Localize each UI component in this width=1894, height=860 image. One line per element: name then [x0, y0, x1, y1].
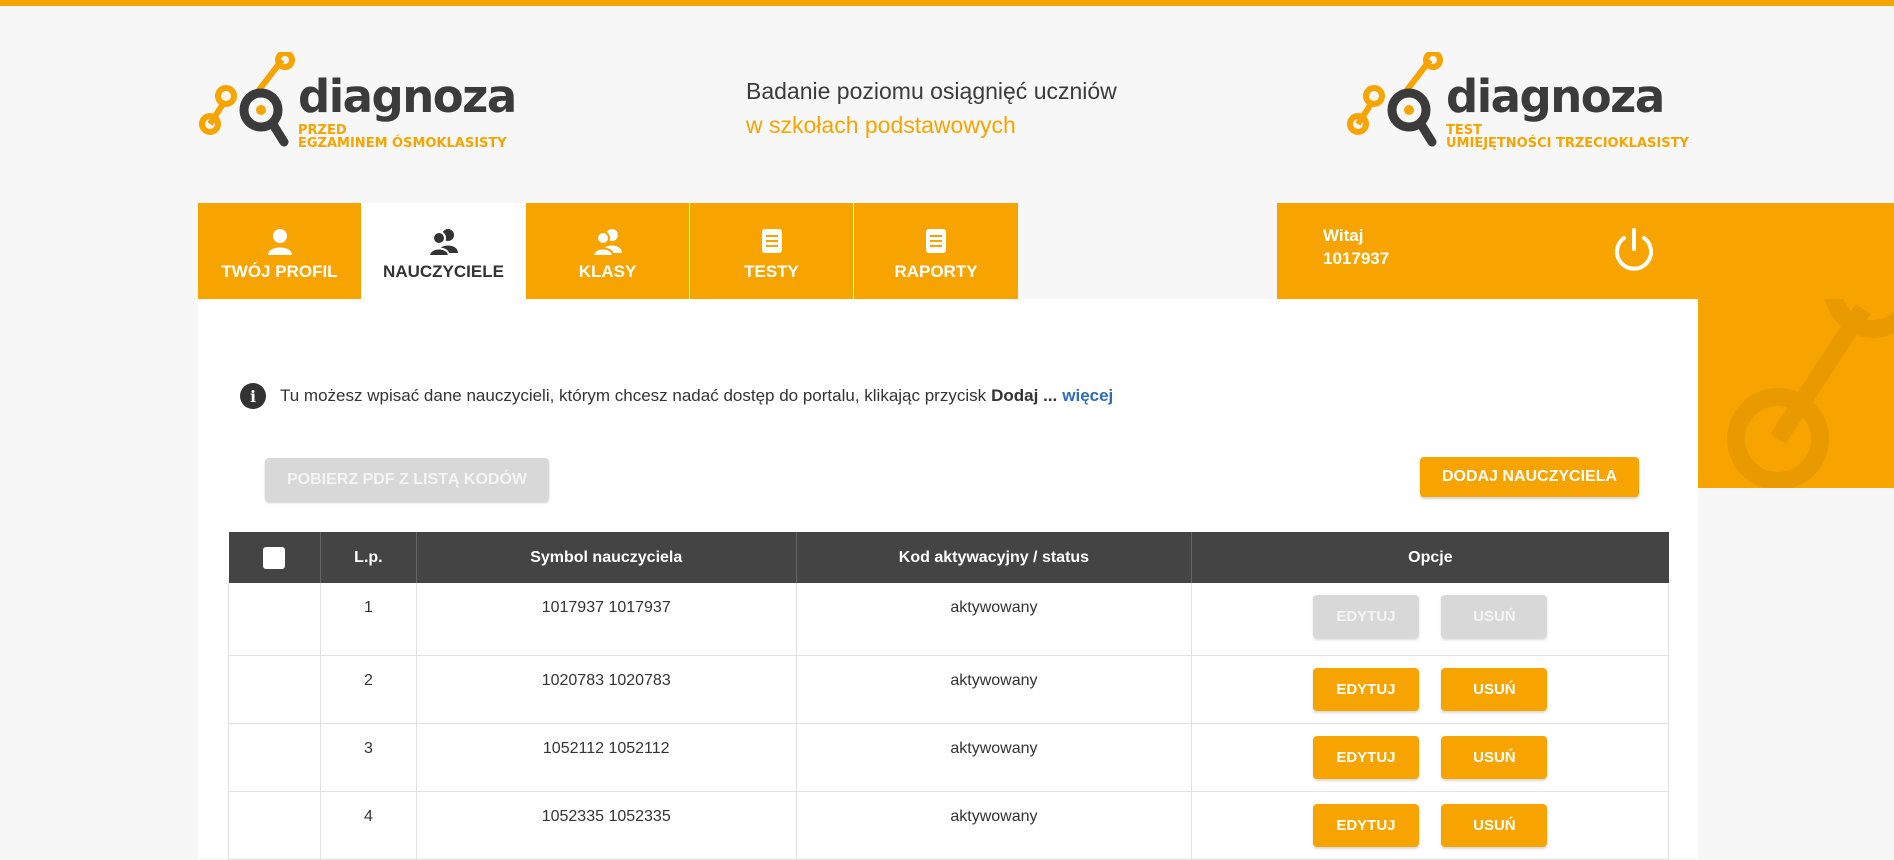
info-text: Tu możesz wpisać dane nauczycieli, który…	[280, 386, 987, 405]
header-lp: L.p.	[320, 532, 417, 583]
logo-diagnoza-egzamin[interactable]: diagnoza PRZED EGZAMINEM ÓSMOKLASISTY	[198, 52, 538, 156]
header-status: Kod aktywacyjny / status	[796, 532, 1193, 583]
tab-label: TWÓJ PROFIL	[221, 262, 338, 281]
delete-button[interactable]: USUŃ	[1441, 803, 1548, 847]
welcome-box: Witaj 1017937	[1277, 203, 1894, 299]
row-status: aktywowany	[796, 655, 1193, 724]
row-status: aktywowany	[796, 723, 1193, 792]
main-nav: TWÓJ PROFIL NAUCZYCIELE KLASY TESTY RAPO…	[198, 203, 1018, 299]
table-row: 4 1052335 1052335 aktywowany EDYTUJ USUŃ	[228, 791, 1669, 860]
tab-label: KLASY	[578, 262, 637, 281]
main-panel: i Tu możesz wpisać dane nauczycieli, któ…	[198, 299, 1698, 860]
power-icon[interactable]	[1611, 227, 1657, 280]
row-status: aktywowany	[796, 791, 1193, 860]
row-options: EDYTUJ USUŃ	[1191, 791, 1669, 860]
table-row: 3 1052112 1052112 aktywowany EDYTUJ USUŃ	[228, 723, 1669, 792]
delete-button[interactable]: USUŃ	[1441, 667, 1548, 711]
more-link[interactable]: więcej	[1062, 386, 1113, 406]
table-header-row: L.p. Symbol nauczyciela Kod aktywacyjny …	[228, 532, 1669, 583]
edit-button[interactable]: EDYTUJ	[1312, 667, 1419, 711]
row-symbol: 1052112 1052112	[416, 723, 797, 792]
logo-subtitle-2: EGZAMINEM ÓSMOKLASISTY	[298, 136, 507, 151]
row-lp: 4	[320, 791, 417, 860]
header-options: Opcje	[1191, 532, 1669, 583]
tab-twoj-profil[interactable]: TWÓJ PROFIL	[198, 203, 362, 299]
row-symbol: 1052335 1052335	[416, 791, 797, 860]
row-lp: 2	[320, 655, 417, 724]
header-symbol: Symbol nauczyciela	[416, 532, 797, 583]
logo-word: diagnoza	[1446, 70, 1665, 123]
edit-button: EDYTUJ	[1312, 595, 1419, 638]
top-accent-bar	[0, 0, 1894, 6]
row-select-cell	[228, 723, 321, 792]
tab-klasy[interactable]: KLASY	[526, 203, 690, 299]
document-icon	[690, 227, 853, 257]
row-options: EDYTUJ USUŃ	[1191, 583, 1669, 656]
teachers-table: L.p. Symbol nauczyciela Kod aktywacyjny …	[228, 532, 1669, 860]
logo-diagnoza-test[interactable]: diagnoza TEST UMIEJĘTNOŚCI TRZECIOKLASIS…	[1346, 52, 1706, 156]
add-teacher-button[interactable]: DODAJ NAUCZYCIELA	[1420, 457, 1639, 497]
tab-label: NAUCZYCIELE	[383, 262, 504, 281]
delete-button: USUŃ	[1441, 595, 1548, 638]
row-lp: 1	[320, 583, 417, 656]
tab-label: TESTY	[744, 262, 799, 281]
download-pdf-button[interactable]: POBIERZ PDF Z LISTĄ KODÓW	[265, 458, 549, 501]
welcome-greeting: Witaj	[1323, 226, 1364, 245]
edit-button[interactable]: EDYTUJ	[1312, 803, 1419, 847]
row-select-cell	[228, 583, 321, 656]
tab-nauczyciele[interactable]: NAUCZYCIELE	[362, 203, 526, 299]
row-select-cell	[228, 791, 321, 860]
row-options: EDYTUJ USUŃ	[1191, 723, 1669, 792]
users-icon	[526, 227, 689, 257]
decorative-graph-icon	[1727, 299, 1894, 488]
row-status: aktywowany	[796, 583, 1193, 656]
info-icon: i	[240, 383, 266, 409]
tagline-line-2: w szkołach podstawowych	[746, 112, 1016, 138]
row-options: EDYTUJ USUŃ	[1191, 655, 1669, 724]
select-all-header	[228, 532, 321, 583]
row-select-cell	[228, 655, 321, 724]
tagline-line-1: Badanie poziomu osiągnięć uczniów	[746, 78, 1117, 104]
logo-subtitle-2: UMIEJĘTNOŚCI TRZECIOKLASISTY	[1446, 136, 1689, 151]
document-icon	[854, 227, 1018, 257]
info-bold: Dodaj ...	[991, 386, 1058, 405]
decorative-panel	[1698, 299, 1894, 488]
info-message: i Tu możesz wpisać dane nauczycieli, któ…	[240, 383, 1113, 409]
logo-word: diagnoza	[298, 70, 517, 123]
tagline: Badanie poziomu osiągnięć uczniów w szko…	[746, 74, 1117, 142]
row-lp: 3	[320, 723, 417, 792]
table-row: 1 1017937 1017937 aktywowany EDYTUJ USUŃ	[228, 583, 1669, 656]
logo-mark-icon	[199, 52, 295, 147]
row-symbol: 1020783 1020783	[416, 655, 797, 724]
delete-button[interactable]: USUŃ	[1441, 735, 1548, 779]
tab-raporty[interactable]: RAPORTY	[854, 203, 1018, 299]
edit-button[interactable]: EDYTUJ	[1312, 735, 1419, 779]
row-symbol: 1017937 1017937	[416, 583, 797, 656]
tab-testy[interactable]: TESTY	[690, 203, 854, 299]
table-row: 2 1020783 1020783 aktywowany EDYTUJ USUŃ	[228, 655, 1669, 724]
select-all-checkbox[interactable]	[263, 546, 286, 569]
tab-label: RAPORTY	[894, 262, 978, 281]
user-icon	[198, 227, 361, 257]
users-icon	[362, 227, 525, 257]
logo-mark-icon	[1347, 52, 1443, 147]
welcome-user-id: 1017937	[1323, 249, 1390, 268]
